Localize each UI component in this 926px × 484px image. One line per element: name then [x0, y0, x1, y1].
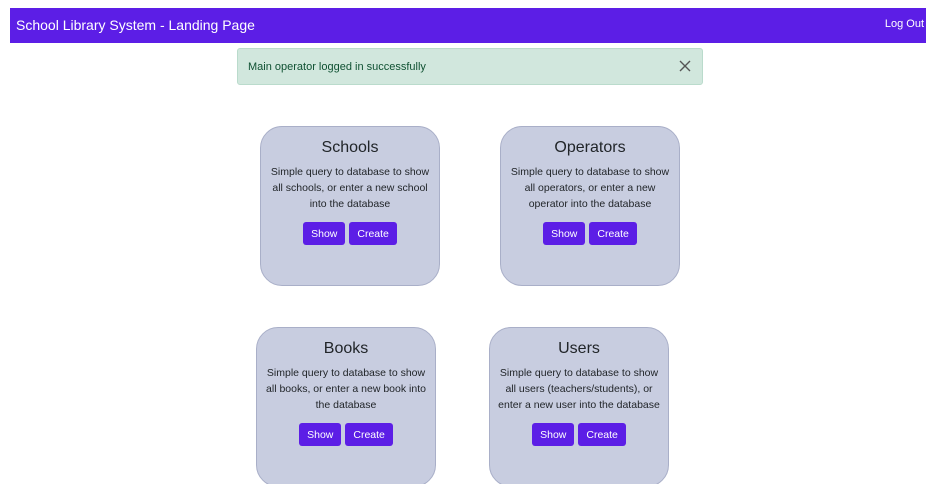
- schools-card: Schools Simple query to database to show…: [260, 126, 440, 286]
- alert-message: Main operator logged in successfully: [248, 61, 426, 73]
- navbar: School Library System - Landing Page Log…: [10, 8, 926, 43]
- card-description: Simple query to database to show all boo…: [266, 367, 426, 411]
- logout-link[interactable]: Log Out: [885, 18, 924, 30]
- card-title: Operators: [554, 139, 626, 156]
- show-books-button[interactable]: Show: [299, 423, 342, 446]
- show-schools-button[interactable]: Show: [303, 222, 346, 245]
- success-alert: Main operator logged in successfully: [237, 48, 703, 85]
- navbar-brand[interactable]: School Library System - Landing Page: [16, 17, 255, 33]
- card-title: Schools: [321, 139, 379, 156]
- card-title: Books: [323, 340, 369, 357]
- create-book-button[interactable]: Create: [345, 423, 393, 446]
- create-user-button[interactable]: Create: [578, 423, 626, 446]
- books-card: Books Simple query to database to show a…: [256, 327, 436, 484]
- card-description: Simple query to database to show all sch…: [270, 166, 430, 210]
- close-icon[interactable]: [677, 58, 693, 74]
- show-users-button[interactable]: Show: [532, 423, 575, 446]
- operators-card: Operators Simple query to database to sh…: [500, 126, 680, 286]
- show-operators-button[interactable]: Show: [543, 222, 586, 245]
- create-operator-button[interactable]: Create: [589, 222, 637, 245]
- create-school-button[interactable]: Create: [349, 222, 397, 245]
- card-description: Simple query to database to show all ope…: [510, 166, 670, 210]
- card-title: Users: [558, 340, 600, 357]
- card-description: Simple query to database to show all use…: [498, 367, 660, 411]
- users-card: Users Simple query to database to show a…: [489, 327, 669, 484]
- landing-page: School Library System - Landing Page Log…: [0, 0, 926, 484]
